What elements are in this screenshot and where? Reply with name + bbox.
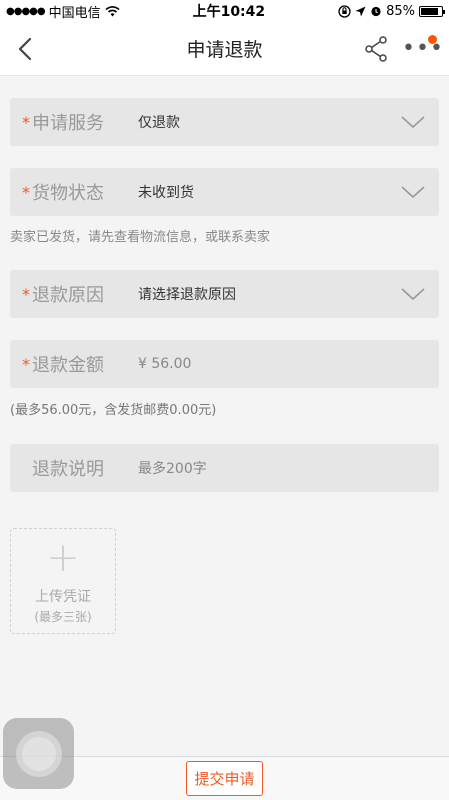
amount-label: 退款金额 (32, 355, 104, 376)
goods-status-label: 货物状态 (32, 183, 104, 204)
plus-icon: + (46, 534, 80, 581)
assistive-touch-button[interactable] (3, 718, 74, 789)
signal-icon: ●●●●● (6, 5, 46, 17)
assistive-touch-icon (15, 730, 62, 777)
back-button[interactable] (10, 34, 40, 64)
battery-percent: 85% (386, 3, 415, 19)
reason-select[interactable]: * 退款原因 请选择退款原因 (10, 270, 439, 318)
submit-button[interactable]: 提交申请 (186, 761, 263, 796)
nav-bar: 申请退款 ••• (0, 22, 449, 76)
chevron-down-icon (401, 186, 425, 199)
status-time: 上午10:42 (192, 4, 266, 20)
description-field[interactable]: 退款说明 最多200字 (10, 444, 439, 492)
chevron-down-icon (401, 116, 425, 129)
reason-label: 退款原因 (32, 285, 104, 306)
form-content: * 申请服务 仅退款 * 货物状态 未收到货 卖家已发货，请先查看物流信息，或联… (0, 98, 449, 634)
more-icon: ••• (402, 36, 444, 61)
rotation-lock-icon (338, 4, 351, 18)
status-right: 85% (338, 3, 445, 19)
required-mark: * (22, 354, 30, 374)
description-label: 退款说明 (32, 459, 104, 480)
battery-icon (418, 5, 445, 17)
required-mark: * (22, 284, 30, 304)
service-select[interactable]: * 申请服务 仅退款 (10, 98, 439, 146)
share-icon (365, 36, 387, 62)
share-button[interactable] (361, 34, 391, 64)
alarm-icon (371, 6, 381, 17)
reason-value: 请选择退款原因 (138, 287, 236, 303)
notification-badge (428, 35, 437, 44)
goods-status-value: 未收到货 (138, 185, 194, 201)
status-left: ●●●●● 中国电信 (6, 2, 120, 21)
goods-status-select[interactable]: * 货物状态 未收到货 (10, 168, 439, 216)
carrier-name: 中国电信 (48, 5, 101, 21)
amount-field[interactable]: * 退款金额 ¥ 56.00 (10, 340, 439, 388)
status-bar: ●●●●● 中国电信 上午10:42 85% (0, 0, 449, 22)
chevron-down-icon (401, 288, 425, 301)
service-value: 仅退款 (138, 115, 180, 131)
more-button[interactable]: ••• (402, 34, 444, 64)
upload-label: 上传凭证 (35, 588, 91, 605)
amount-hint: (最多56.00元，含发货邮费0.00元) (10, 403, 217, 418)
amount-value: ¥ 56.00 (138, 356, 192, 372)
goods-status-hint: 卖家已发货，请先查看物流信息，或联系卖家 (10, 230, 271, 245)
required-mark: * (22, 112, 30, 132)
upload-sub-label: (最多三张) (34, 609, 92, 624)
service-label: 申请服务 (32, 113, 104, 134)
description-input[interactable]: 最多200字 (138, 458, 207, 478)
chevron-left-icon (18, 37, 32, 61)
required-mark: * (22, 182, 30, 202)
wifi-icon (105, 5, 120, 16)
location-arrow-icon (355, 6, 366, 16)
upload-evidence-button[interactable]: + 上传凭证 (最多三张) (10, 528, 116, 634)
